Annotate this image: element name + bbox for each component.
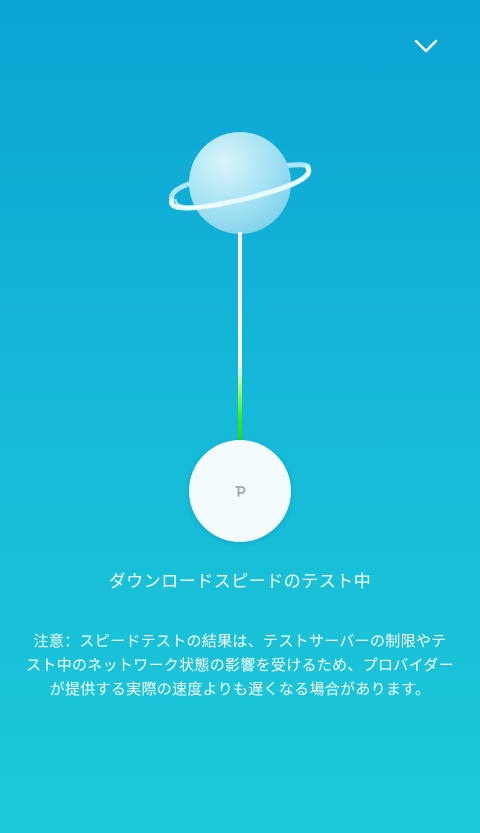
progress-connector-line [238, 232, 242, 442]
test-status-label: ダウンロードスピードのテスト中 [108, 572, 372, 592]
chevron-down-icon [414, 39, 438, 53]
planet-icon [169, 132, 312, 234]
planet-illustration [160, 120, 320, 250]
tp-link-logo-icon [235, 486, 246, 497]
speed-test-notice: 注意：スピードテストの結果は、テストサーバーの制限やテスト中のネットワーク状態の… [26, 632, 454, 698]
collapse-button[interactable] [404, 30, 448, 62]
router-device [189, 440, 291, 542]
